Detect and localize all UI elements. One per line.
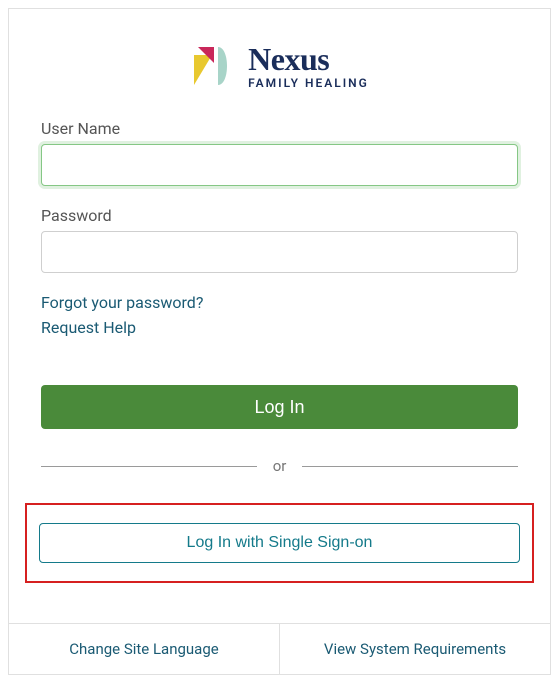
divider: or (41, 457, 518, 475)
brand-tagline: FAMILY HEALING (248, 77, 369, 89)
footer: Change Site Language View System Require… (9, 623, 550, 674)
login-button[interactable]: Log In (41, 385, 518, 429)
username-input[interactable] (41, 144, 518, 186)
divider-line-left (41, 466, 257, 467)
brand-name: Nexus (248, 43, 369, 75)
nexus-logo-icon (190, 41, 240, 91)
change-language-link[interactable]: Change Site Language (9, 624, 279, 674)
logo-wordmark: Nexus FAMILY HEALING (248, 43, 369, 89)
divider-line-right (302, 466, 518, 467)
sso-login-button[interactable]: Log In with Single Sign-on (39, 523, 520, 563)
password-input[interactable] (41, 231, 518, 273)
help-links: Forgot your password? Request Help (41, 293, 518, 337)
password-label: Password (41, 206, 518, 225)
request-help-link[interactable]: Request Help (41, 318, 518, 337)
forgot-password-link[interactable]: Forgot your password? (41, 293, 518, 312)
divider-text: or (273, 457, 287, 475)
sso-highlight-box: Log In with Single Sign-on (25, 503, 534, 583)
login-card: Nexus FAMILY HEALING User Name Password … (8, 8, 551, 675)
logo: Nexus FAMILY HEALING (41, 41, 518, 91)
username-label: User Name (41, 119, 518, 138)
system-requirements-link[interactable]: View System Requirements (279, 624, 550, 674)
